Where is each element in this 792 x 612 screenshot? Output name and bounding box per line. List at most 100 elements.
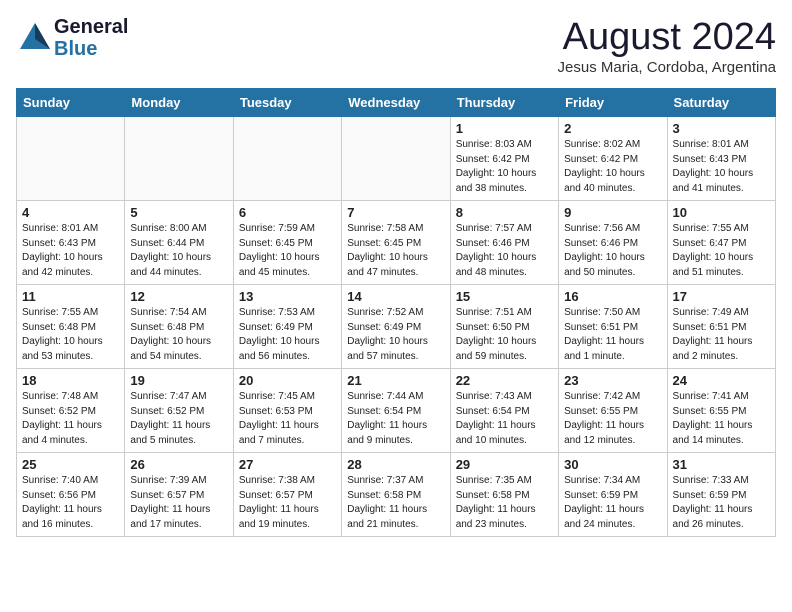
day-header-thursday: Thursday [450,89,558,117]
calendar-cell: 26 Sunrise: 7:39 AM Sunset: 6:57 PM Dayli… [125,453,233,537]
cell-info: Sunrise: 7:54 AM Sunset: 6:48 PM Dayligh… [130,306,227,364]
calendar-week-row: 1Sunrise: 8:03 AM Sunset: 6:42 PM Daylig… [17,117,776,201]
cell-info: Sunrise: 8:03 AM Sunset: 6:42 PM Dayligh… [456,138,553,196]
calendar-cell: 3 Sunrise: 8:01 AM Sunset: 6:43 PM Daylig… [667,117,775,201]
calendar-cell: 11 Sunrise: 7:55 AM Sunset: 6:48 PM Dayli… [17,285,125,369]
cell-info: Sunrise: 8:00 AM Sunset: 6:44 PM Dayligh… [130,222,227,280]
cell-info: Sunrise: 7:42 AM Sunset: 6:55 PM Dayligh… [564,390,661,448]
day-number: 11 [22,289,119,304]
calendar-cell: 9 Sunrise: 7:56 AM Sunset: 6:46 PM Daylig… [559,201,667,285]
calendar-cell: 23Sunrise: 7:42 AM Sunset: 6:55 PM Dayli… [559,369,667,453]
calendar-cell: 24 Sunrise: 7:41 AM Sunset: 6:55 PM Dayli… [667,369,775,453]
calendar-cell: 30 Sunrise: 7:34 AM Sunset: 6:59 PM Dayli… [559,453,667,537]
calendar-table: SundayMondayTuesdayWednesdayThursdayFrid… [16,88,776,537]
day-number: 30 [564,457,661,472]
day-header-monday: Monday [125,89,233,117]
logo-blue: Blue [54,38,128,60]
cell-info: Sunrise: 7:34 AM Sunset: 6:59 PM Dayligh… [564,474,661,532]
calendar-cell: 28 Sunrise: 7:37 AM Sunset: 6:58 PM Dayli… [342,453,450,537]
day-number: 27 [239,457,336,472]
cell-info: Sunrise: 7:44 AM Sunset: 6:54 PM Dayligh… [347,390,444,448]
calendar-cell: 31 Sunrise: 7:33 AM Sunset: 6:59 PM Dayli… [667,453,775,537]
day-number: 9 [564,205,661,220]
cell-info: Sunrise: 7:48 AM Sunset: 6:52 PM Dayligh… [22,390,119,448]
calendar-cell [17,117,125,201]
cell-info: Sunrise: 7:33 AM Sunset: 6:59 PM Dayligh… [673,474,770,532]
day-number: 7 [347,205,444,220]
calendar-cell: 14 Sunrise: 7:52 AM Sunset: 6:49 PM Dayli… [342,285,450,369]
day-number: 3 [673,121,770,136]
calendar-cell: 2 Sunrise: 8:02 AM Sunset: 6:42 PM Daylig… [559,117,667,201]
day-header-saturday: Saturday [667,89,775,117]
cell-info: Sunrise: 7:41 AM Sunset: 6:55 PM Dayligh… [673,390,770,448]
calendar-cell: 20Sunrise: 7:45 AM Sunset: 6:53 PM Dayli… [233,369,341,453]
day-number: 13 [239,289,336,304]
day-number: 21 [347,373,444,388]
day-number: 17 [673,289,770,304]
day-number: 6 [239,205,336,220]
cell-info: Sunrise: 7:38 AM Sunset: 6:57 PM Dayligh… [239,474,336,532]
calendar-cell: 10Sunrise: 7:55 AM Sunset: 6:47 PM Dayli… [667,201,775,285]
cell-info: Sunrise: 8:01 AM Sunset: 6:43 PM Dayligh… [22,222,119,280]
cell-info: Sunrise: 8:02 AM Sunset: 6:42 PM Dayligh… [564,138,661,196]
day-number: 10 [673,205,770,220]
day-number: 14 [347,289,444,304]
day-header-sunday: Sunday [17,89,125,117]
cell-info: Sunrise: 7:55 AM Sunset: 6:48 PM Dayligh… [22,306,119,364]
cell-info: Sunrise: 7:51 AM Sunset: 6:50 PM Dayligh… [456,306,553,364]
day-number: 8 [456,205,553,220]
cell-info: Sunrise: 7:59 AM Sunset: 6:45 PM Dayligh… [239,222,336,280]
title-area: August 2024 Jesus Maria, Cordoba, Argent… [558,16,776,76]
calendar-cell: 15 Sunrise: 7:51 AM Sunset: 6:50 PM Dayli… [450,285,558,369]
day-number: 26 [130,457,227,472]
logo: General Blue [16,16,128,60]
cell-info: Sunrise: 7:43 AM Sunset: 6:54 PM Dayligh… [456,390,553,448]
calendar-cell: 21 Sunrise: 7:44 AM Sunset: 6:54 PM Dayli… [342,369,450,453]
day-number: 31 [673,457,770,472]
day-number: 29 [456,457,553,472]
cell-info: Sunrise: 7:39 AM Sunset: 6:57 PM Dayligh… [130,474,227,532]
day-number: 28 [347,457,444,472]
cell-info: Sunrise: 7:52 AM Sunset: 6:49 PM Dayligh… [347,306,444,364]
cell-info: Sunrise: 7:57 AM Sunset: 6:46 PM Dayligh… [456,222,553,280]
cell-info: Sunrise: 7:40 AM Sunset: 6:56 PM Dayligh… [22,474,119,532]
day-header-tuesday: Tuesday [233,89,341,117]
cell-info: Sunrise: 7:50 AM Sunset: 6:51 PM Dayligh… [564,306,661,364]
day-number: 15 [456,289,553,304]
cell-info: Sunrise: 7:56 AM Sunset: 6:46 PM Dayligh… [564,222,661,280]
calendar-cell: 25 Sunrise: 7:40 AM Sunset: 6:56 PM Dayli… [17,453,125,537]
day-number: 5 [130,205,227,220]
cell-info: Sunrise: 7:47 AM Sunset: 6:52 PM Dayligh… [130,390,227,448]
calendar-cell: 19Sunrise: 7:47 AM Sunset: 6:52 PM Dayli… [125,369,233,453]
calendar-cell: 16Sunrise: 7:50 AM Sunset: 6:51 PM Dayli… [559,285,667,369]
cell-info: Sunrise: 7:35 AM Sunset: 6:58 PM Dayligh… [456,474,553,532]
day-number: 2 [564,121,661,136]
calendar-week-row: 11 Sunrise: 7:55 AM Sunset: 6:48 PM Dayli… [17,285,776,369]
day-number: 22 [456,373,553,388]
day-header-wednesday: Wednesday [342,89,450,117]
calendar-header-row: SundayMondayTuesdayWednesdayThursdayFrid… [17,89,776,117]
day-number: 24 [673,373,770,388]
calendar-cell: 22 Sunrise: 7:43 AM Sunset: 6:54 PM Dayli… [450,369,558,453]
logo-general: General [54,16,128,38]
page-header: General Blue August 2024 Jesus Maria, Co… [16,16,776,76]
month-title: August 2024 [558,16,776,59]
calendar-cell [233,117,341,201]
calendar-week-row: 25 Sunrise: 7:40 AM Sunset: 6:56 PM Dayli… [17,453,776,537]
calendar-cell [125,117,233,201]
cell-info: Sunrise: 7:37 AM Sunset: 6:58 PM Dayligh… [347,474,444,532]
calendar-cell: 27 Sunrise: 7:38 AM Sunset: 6:57 PM Dayli… [233,453,341,537]
day-header-friday: Friday [559,89,667,117]
calendar-cell: 5 Sunrise: 8:00 AM Sunset: 6:44 PM Daylig… [125,201,233,285]
calendar-cell [342,117,450,201]
logo-text: General Blue [54,16,128,60]
calendar-cell: 1Sunrise: 8:03 AM Sunset: 6:42 PM Daylig… [450,117,558,201]
calendar-week-row: 18Sunrise: 7:48 AM Sunset: 6:52 PM Dayli… [17,369,776,453]
calendar-cell: 17 Sunrise: 7:49 AM Sunset: 6:51 PM Dayli… [667,285,775,369]
cell-info: Sunrise: 7:45 AM Sunset: 6:53 PM Dayligh… [239,390,336,448]
cell-info: Sunrise: 7:49 AM Sunset: 6:51 PM Dayligh… [673,306,770,364]
cell-info: Sunrise: 8:01 AM Sunset: 6:43 PM Dayligh… [673,138,770,196]
cell-info: Sunrise: 7:58 AM Sunset: 6:45 PM Dayligh… [347,222,444,280]
day-number: 25 [22,457,119,472]
calendar-cell: 8 Sunrise: 7:57 AM Sunset: 6:46 PM Daylig… [450,201,558,285]
